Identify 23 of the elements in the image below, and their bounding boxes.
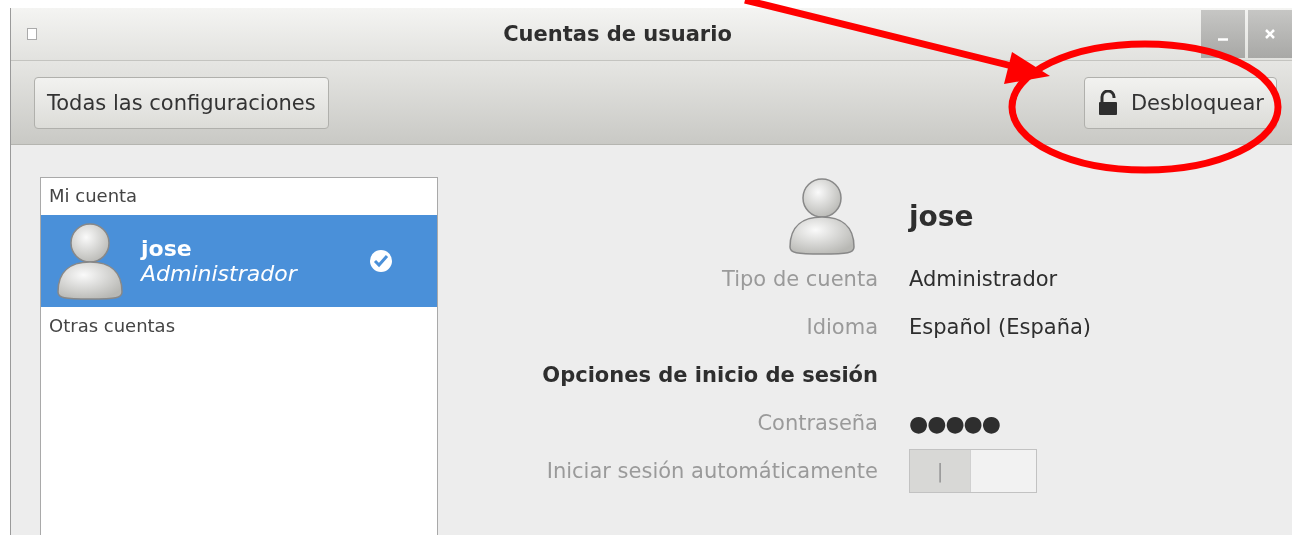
field-label: Tipo de cuenta [722,267,878,291]
close-button[interactable] [1248,10,1292,58]
user-name: jose [909,199,975,233]
field-label: Contraseña [757,411,878,435]
section-header: Otras cuentas [48,314,176,338]
all-settings-button[interactable]: Todas las configuraciones [34,76,329,129]
field-value: ●●●●● [909,410,1000,436]
account-role: Administrador [141,261,299,286]
field-value: Administrador [909,267,1058,291]
field-value: Español (España) [909,315,1092,339]
account-name: jose [141,236,193,261]
app-icon [27,28,37,40]
section-heading: Opciones de inicio de sesión [541,362,878,389]
window-title: Cuentas de usuario [502,22,733,46]
field-label: Iniciar sesión automáticamente [546,459,878,483]
field-label: Idioma [806,315,878,339]
padlock-icon [1096,89,1119,116]
minimize-button[interactable] [1201,10,1245,58]
close-icon [1263,27,1277,41]
user-avatar-icon [786,177,858,255]
unlock-button[interactable]: Desbloquear [1083,76,1277,129]
minimize-icon [1218,37,1228,41]
section-header: Mi cuenta [48,184,139,208]
